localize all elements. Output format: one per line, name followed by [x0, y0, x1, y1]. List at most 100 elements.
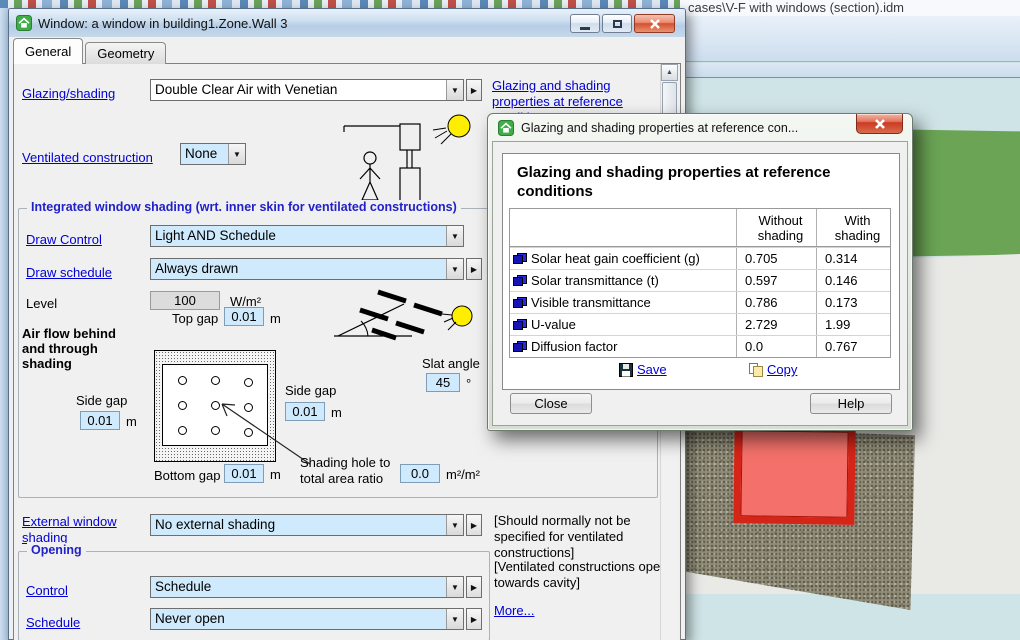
background-window-chrome-band	[680, 63, 1020, 78]
level-label: Level	[26, 296, 57, 312]
draw-control-combobox[interactable]: Light AND Schedule ▼	[150, 225, 464, 247]
table-row: Visible transmittance 0.786 0.173	[510, 291, 890, 313]
row-value-with: 0.173	[816, 292, 890, 313]
object-icon	[513, 319, 527, 330]
draw-schedule-detail-button[interactable]: ▶	[466, 258, 482, 280]
properties-titlebar[interactable]: Glazing and shading properties at refere…	[488, 114, 912, 141]
top-gap-input[interactable]	[224, 307, 264, 326]
row-value-without: 0.597	[736, 270, 816, 291]
tab-geometry[interactable]: Geometry	[85, 42, 166, 64]
row-value-without: 0.786	[736, 292, 816, 313]
properties-dialog: Glazing and shading properties at refere…	[487, 113, 913, 431]
object-icon	[513, 275, 527, 286]
object-icon	[513, 253, 527, 264]
app-house-icon	[498, 120, 514, 136]
slat-angle-input[interactable]	[426, 373, 460, 392]
opening-control-link[interactable]: Control	[26, 583, 68, 599]
chevron-down-icon[interactable]: ▼	[446, 226, 463, 246]
chevron-down-icon[interactable]: ▼	[446, 80, 463, 100]
side-gap-left-unit: m	[126, 414, 137, 430]
scroll-up-icon: ▲	[666, 69, 673, 76]
row-value-with: 0.767	[816, 336, 890, 357]
table-row: Solar transmittance (t) 0.597 0.146	[510, 269, 890, 291]
glazing-shading-link[interactable]: Glazing/shading	[22, 86, 115, 102]
arrow-right-icon: ▶	[471, 615, 477, 624]
person-window-illustration	[340, 106, 432, 212]
top-gap-unit: m	[270, 311, 281, 327]
opening-schedule-value: Never open	[151, 609, 446, 629]
save-icon	[619, 363, 633, 377]
glazing-shading-value: Double Clear Air with Venetian	[151, 80, 446, 100]
row-label: Solar heat gain coefficient (g)	[531, 251, 700, 266]
save-link[interactable]: Save	[637, 362, 667, 378]
external-shading-link[interactable]: External window shading	[22, 514, 134, 546]
properties-table: Without shading With shading Solar heat …	[509, 208, 891, 358]
screen: cases\V-F with windows (section).idm Win…	[0, 0, 1020, 640]
properties-panel: Glazing and shading properties at refere…	[502, 153, 900, 390]
scroll-up-button[interactable]: ▲	[661, 64, 678, 81]
opening-schedule-link[interactable]: Schedule	[26, 615, 80, 631]
opening-schedule-detail-button[interactable]: ▶	[466, 608, 482, 630]
external-shading-value: No external shading	[151, 515, 446, 535]
ventilated-construction-link[interactable]: Ventilated construction	[22, 150, 153, 166]
row-value-without: 2.729	[736, 314, 816, 335]
close-dialog-button[interactable]: Close	[510, 393, 592, 414]
slat-angle-illustration	[330, 288, 480, 350]
table-header-row: Without shading With shading	[510, 209, 890, 247]
ventilated-construction-combobox[interactable]: None ▼	[180, 143, 246, 165]
close-icon	[873, 118, 887, 130]
minimize-button[interactable]	[570, 14, 600, 33]
arrow-right-icon: ▶	[471, 521, 477, 530]
maximize-button[interactable]	[602, 14, 632, 33]
properties-title: Glazing and shading properties at refere…	[521, 121, 798, 135]
properties-heading: Glazing and shading properties at refere…	[517, 163, 857, 201]
background-window-chrome	[680, 16, 1020, 62]
airflow-label: Air flow behind and through shading	[22, 326, 136, 371]
group-title: Integrated window shading (wrt. inner sk…	[27, 200, 461, 214]
row-label: Diffusion factor	[531, 339, 617, 354]
chevron-down-icon[interactable]: ▼	[446, 609, 463, 629]
opening-schedule-combobox[interactable]: Never open ▼	[150, 608, 464, 630]
hole-ratio-input[interactable]	[400, 464, 440, 483]
top-gap-label: Top gap	[172, 311, 218, 327]
close-icon	[648, 18, 662, 30]
glazing-shading-combobox[interactable]: Double Clear Air with Venetian ▼	[150, 79, 464, 101]
titlebar[interactable]: Window: a window in building1.Zone.Wall …	[9, 9, 685, 37]
row-value-without: 0.705	[736, 248, 816, 269]
chevron-down-icon[interactable]: ▼	[446, 515, 463, 535]
slat-angle-label: Slat angle	[422, 356, 480, 372]
maximize-icon	[613, 20, 622, 28]
properties-close-button[interactable]	[856, 114, 903, 134]
draw-schedule-combobox[interactable]: Always drawn ▼	[150, 258, 464, 280]
table-row: Solar heat gain coefficient (g) 0.705 0.…	[510, 247, 890, 269]
draw-schedule-link[interactable]: Draw schedule	[26, 265, 112, 281]
background-document-title: cases\V-F with windows (section).idm	[680, 0, 1020, 16]
row-value-without: 0.0	[736, 336, 816, 357]
arrow-right-icon: ▶	[471, 583, 477, 592]
opening-control-combobox[interactable]: Schedule ▼	[150, 576, 464, 598]
draw-control-link[interactable]: Draw Control	[26, 232, 102, 248]
chevron-down-icon[interactable]: ▼	[446, 259, 463, 279]
tab-general[interactable]: General	[13, 38, 83, 64]
external-shading-detail-button[interactable]: ▶	[466, 514, 482, 536]
copy-link[interactable]: Copy	[767, 362, 797, 378]
help-button[interactable]: Help	[810, 393, 892, 414]
chevron-down-icon[interactable]: ▼	[228, 144, 245, 164]
hole-ratio-label: Shading hole to total area ratio	[300, 455, 408, 487]
minimize-icon	[580, 27, 590, 30]
close-button[interactable]	[634, 14, 675, 33]
row-label: Visible transmittance	[531, 295, 651, 310]
side-gap-left-input[interactable]	[80, 411, 120, 430]
external-shading-combobox[interactable]: No external shading ▼	[150, 514, 464, 536]
chevron-down-icon[interactable]: ▼	[446, 577, 463, 597]
more-link[interactable]: More...	[494, 603, 534, 619]
glazing-detail-button[interactable]: ▶	[466, 79, 482, 101]
external-shading-note: [Should normally not be specified for ve…	[494, 513, 672, 561]
slat-angle-unit: °	[466, 376, 471, 392]
draw-schedule-value: Always drawn	[151, 259, 446, 279]
level-input[interactable]	[150, 291, 220, 310]
opening-control-detail-button[interactable]: ▶	[466, 576, 482, 598]
3d-selected-window[interactable]	[733, 423, 855, 525]
hole-ratio-unit: m²/m²	[446, 467, 480, 483]
row-label: Solar transmittance (t)	[531, 273, 659, 288]
